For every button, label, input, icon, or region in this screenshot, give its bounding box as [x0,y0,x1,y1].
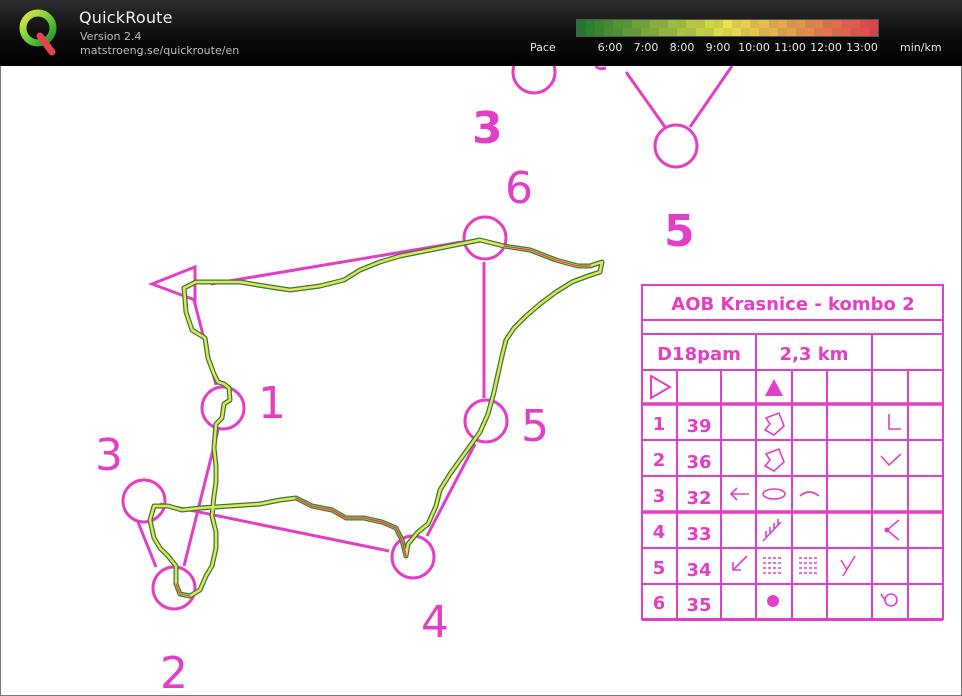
row-number: 6 [653,593,666,614]
building-corner-icon [763,411,785,436]
app-title: QuickRoute [79,8,173,27]
bend-icon [880,453,902,467]
arrow-down-left-icon [732,555,748,571]
row-number: 4 [653,522,666,543]
spot-icon [767,595,779,607]
pace-tick: 9:00 [705,41,731,54]
row-code: 35 [686,595,711,616]
feature-triangle-icon [765,379,783,396]
control-circle-4 [390,534,436,580]
marsh-icon [763,557,783,574]
control-number-2: 2 [160,648,188,696]
row-code: 32 [686,488,711,509]
control-number-4: 4 [421,597,449,648]
control-circle-3 [121,478,167,524]
app-url[interactable]: matstroeng.se/quickroute/en [80,44,239,57]
control-number-5: 5 [521,401,549,452]
marsh-icon [799,557,819,574]
background-course-leg [688,66,734,128]
finish-circle-icon [884,593,898,607]
row-number: 2 [653,450,666,471]
app-version: Version 2.4 [80,30,142,43]
pace-tick: 8:00 [669,41,695,54]
cliff-icon [762,519,782,542]
row-code: 34 [686,560,711,581]
pace-tick: 7:00 [633,41,659,54]
pace-tick: 11:00 [774,41,806,54]
control-description-sheet: AOB Krasnice - kombo 2 D18pam 2,3 km 1 3… [641,284,944,621]
sheet-length: 2,3 km [780,344,849,365]
app-header: QuickRoute Version 2.4 matstroeng.se/qui… [0,0,962,66]
pace-label: Pace [530,41,556,54]
background-course-leg [594,66,607,71]
pace-scale-cell [868,28,879,36]
control-number-1: 1 [258,378,286,429]
pace-unit: min/km [900,41,942,54]
control-number-3: 3 [95,430,123,481]
oval-icon [762,488,786,500]
row-number: 3 [653,486,666,507]
course-leg [425,443,477,537]
row-number: 5 [653,558,666,579]
row-code: 39 [686,416,711,437]
building-corner-icon [763,447,785,472]
pace-color-scale [576,19,879,37]
pace-tick: 6:00 [597,41,623,54]
background-control-number: 5 [664,206,695,257]
sheet-category: D18pam [657,344,741,365]
pace-tick: 12:00 [810,41,842,54]
inner-corner-icon [888,414,901,430]
control-circle-6 [462,215,508,261]
row-number: 1 [653,414,666,435]
boulder-icon [884,527,890,533]
pace-tick-row: 6:00 7:00 8:00 9:00 10:00 11:00 12:00 13… [590,41,880,55]
pace-tick: 13:00 [846,41,878,54]
curve-icon [799,491,820,497]
pace-tick: 10:00 [738,41,770,54]
finish-arrow-icon [880,593,886,601]
pace-scale-cell [868,20,879,28]
gully-icon [840,555,856,577]
sheet-title: AOB Krasnice - kombo 2 [671,294,914,315]
row-code: 33 [686,524,711,545]
background-course-leg [624,71,667,128]
course-leg [210,240,463,286]
row-code: 36 [686,452,711,473]
quickroute-logo-icon [19,9,57,56]
arrow-left-icon [729,487,749,501]
background-control-circle [653,123,699,169]
start-triangle-icon [650,374,672,400]
control-number-6: 6 [505,163,533,214]
background-control-circle [511,66,557,95]
background-control-number: 3 [472,103,503,154]
